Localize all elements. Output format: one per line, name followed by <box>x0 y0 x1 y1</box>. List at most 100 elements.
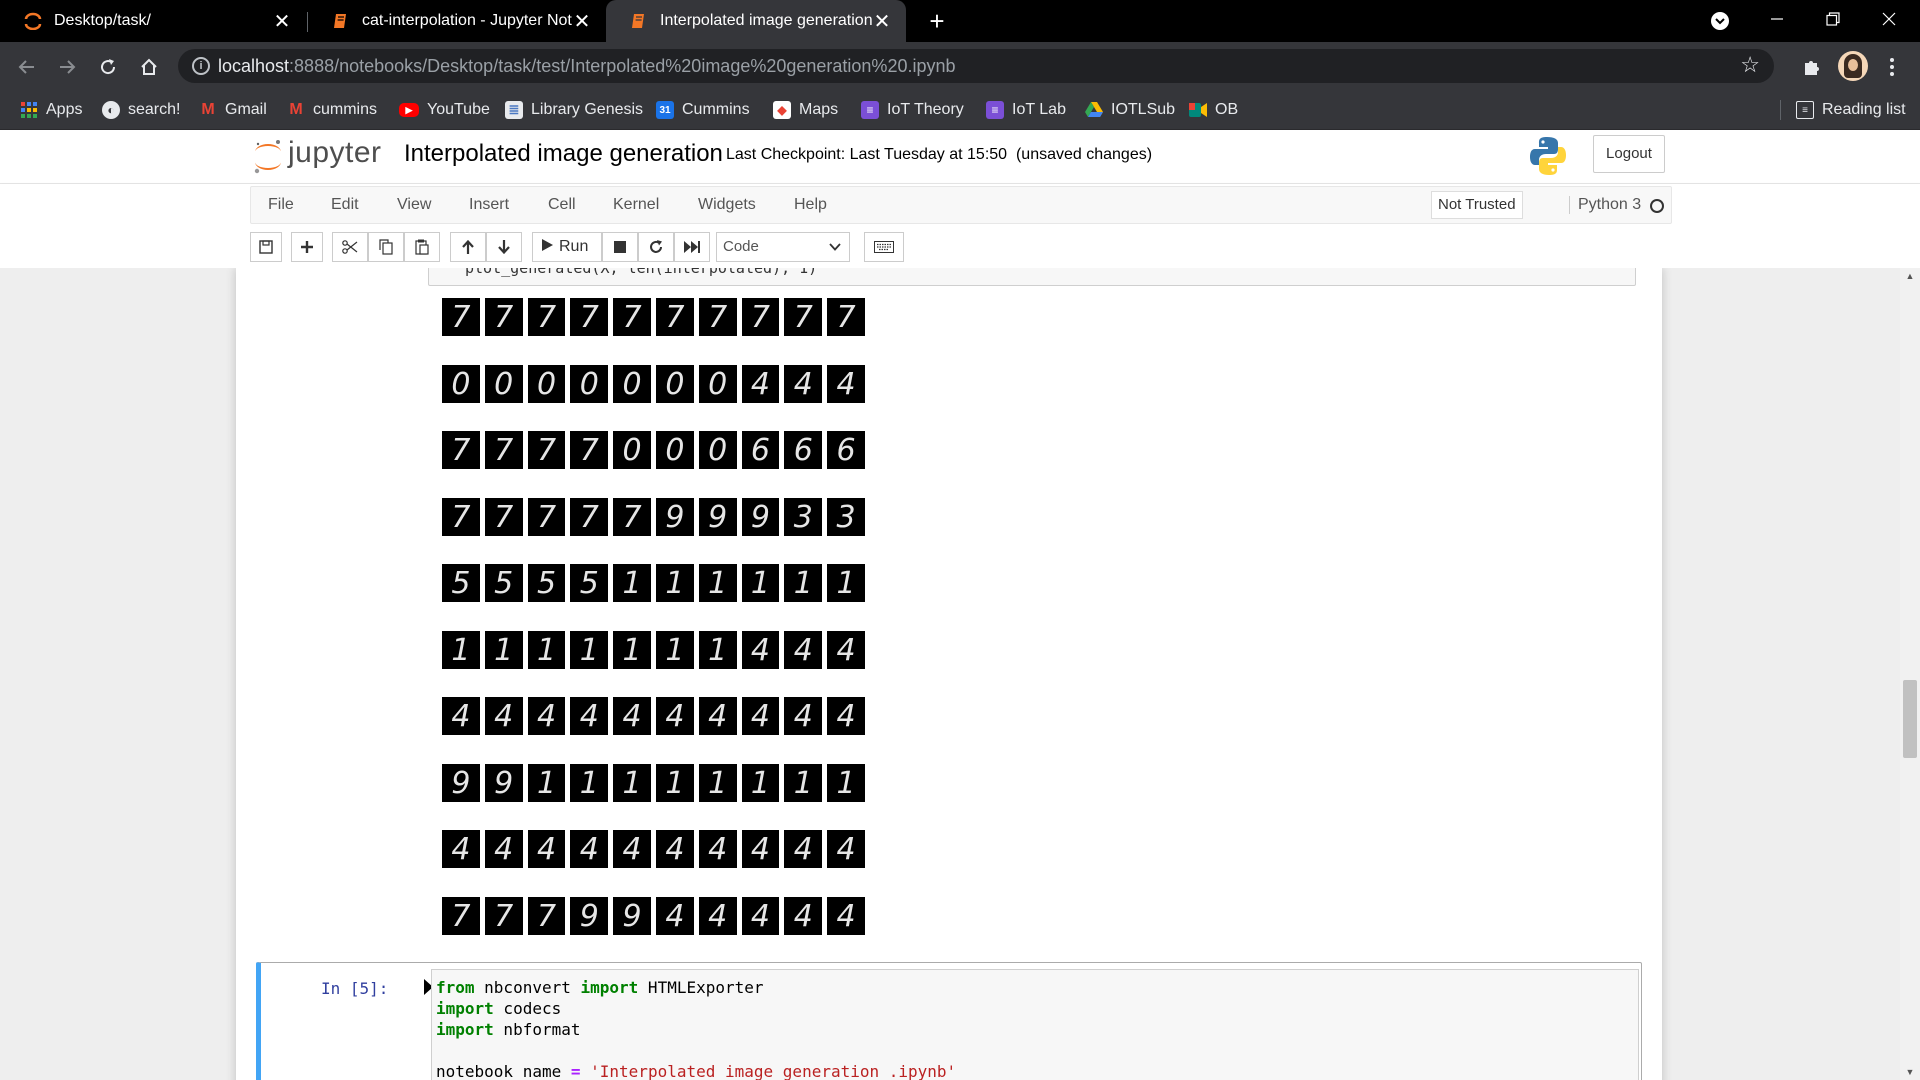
url-host: localhost <box>218 56 290 76</box>
profile-avatar[interactable] <box>1838 51 1868 81</box>
menu-insert[interactable]: Insert <box>469 196 509 214</box>
restore-button[interactable] <box>1810 0 1856 42</box>
menu-help[interactable]: Help <box>794 196 827 214</box>
code-token: nbconvert <box>474 978 581 997</box>
generated-digit-image: 7 <box>570 298 609 336</box>
scroll-down-icon[interactable]: ▼ <box>1900 1064 1920 1080</box>
reading-list-button[interactable]: ≡ Reading list <box>1796 90 1906 130</box>
generated-digit-image: 9 <box>741 498 780 536</box>
bookmark-ob[interactable]: OB <box>1189 90 1238 130</box>
cell-type-select[interactable]: Code <box>716 232 850 262</box>
new-tab-button[interactable]: + <box>922 6 952 36</box>
menu-view[interactable]: View <box>397 196 431 214</box>
browser-tab-desktop[interactable]: Desktop/task/ ✕ <box>0 0 306 42</box>
bookmark-search[interactable]: ◐ search! <box>102 90 180 130</box>
tab-search-button[interactable] <box>1697 0 1743 42</box>
url-text: localhost:8888/notebooks/Desktop/task/te… <box>218 56 956 77</box>
window-close-button[interactable] <box>1866 0 1912 42</box>
menu-kernel[interactable]: Kernel <box>613 196 659 214</box>
close-icon[interactable]: ✕ <box>572 9 592 34</box>
interrupt-button[interactable] <box>602 232 638 262</box>
forward-button[interactable] <box>51 51 83 83</box>
minimize-button[interactable] <box>1754 0 1800 42</box>
insert-cell-button[interactable] <box>291 232 323 262</box>
generated-digit-image: 0 <box>698 365 737 403</box>
code-token: codecs <box>493 999 562 1018</box>
logout-button[interactable]: Logout <box>1593 135 1665 173</box>
menu-cell[interactable]: Cell <box>548 196 576 214</box>
back-button[interactable] <box>11 51 43 83</box>
trust-indicator[interactable]: Not Trusted <box>1431 191 1523 219</box>
generated-digit-image: 7 <box>442 498 480 536</box>
bookmark-iot-theory[interactable]: ≡ IoT Theory <box>861 90 964 130</box>
generated-digit-image: 4 <box>698 897 737 935</box>
code-text: from nbconvert import HTMLExporter impor… <box>436 977 956 1080</box>
cut-button[interactable] <box>332 232 368 262</box>
generated-digit-image: 6 <box>741 431 780 469</box>
bookmark-maps[interactable]: ◆ Maps <box>773 90 838 130</box>
cell-type-value: Code <box>723 238 759 255</box>
previous-code-cell[interactable]: plot_generated(X, len(interpolated), 1) <box>428 268 1636 286</box>
bookmark-cummins-mail[interactable]: M cummins <box>287 90 377 130</box>
save-button[interactable] <box>250 232 282 262</box>
address-bar[interactable]: i localhost:8888/notebooks/Desktop/task/… <box>178 49 1774 83</box>
menu-file[interactable]: File <box>268 196 294 214</box>
page-scrollbar[interactable]: ▲ ▼ <box>1900 268 1920 1080</box>
generated-digit-image: 9 <box>484 764 523 802</box>
code-token: import <box>580 978 639 997</box>
bookmark-separator <box>1780 100 1781 120</box>
chevron-down-icon <box>829 233 841 263</box>
bookmark-gmail[interactable]: M Gmail <box>199 90 266 130</box>
restart-run-all-button[interactable] <box>674 232 710 262</box>
home-button[interactable] <box>133 51 165 83</box>
bookmark-iot-lab[interactable]: ≡ IoT Lab <box>986 90 1066 130</box>
move-down-button[interactable] <box>486 232 522 262</box>
code-cell-selected[interactable]: In [5]: from nbconvert import HTMLExport… <box>256 962 1642 1080</box>
bookmark-label: cummins <box>313 101 378 118</box>
generated-digit-image: 3 <box>827 498 865 536</box>
reload-button[interactable] <box>92 51 124 83</box>
bookmark-cummins-calendar[interactable]: 31 Cummins <box>656 90 750 130</box>
move-up-button[interactable] <box>450 232 486 262</box>
code-editor[interactable]: from nbconvert import HTMLExporter impor… <box>431 969 1639 1080</box>
restart-button[interactable] <box>638 232 674 262</box>
bookmark-star-icon[interactable]: ☆ <box>1740 52 1760 78</box>
info-icon[interactable]: i <box>192 57 210 75</box>
menu-edit[interactable]: Edit <box>331 196 359 214</box>
menu-widgets[interactable]: Widgets <box>698 196 756 214</box>
run-button[interactable]: Run <box>532 232 602 262</box>
notebook-scroll-area[interactable]: plot_generated(X, len(interpolated), 1) … <box>0 268 1920 1080</box>
extensions-button[interactable] <box>1796 51 1828 83</box>
bookmark-iotlsub[interactable]: IOTLSub <box>1085 90 1175 130</box>
bookmarks-bar: Apps ◐ search! M Gmail M cummins ▶ YouTu… <box>0 90 1920 130</box>
tab-title: Desktop/task/ <box>54 12 151 29</box>
generated-digit-image: 0 <box>442 365 480 403</box>
close-icon[interactable]: ✕ <box>872 9 892 34</box>
bookmark-youtube[interactable]: ▶ YouTube <box>399 90 490 130</box>
generated-digit-image: 1 <box>484 631 523 669</box>
gmail-icon: M <box>201 101 215 118</box>
generated-digit-image: 1 <box>698 631 737 669</box>
jupyter-logo-text[interactable]: jupyter <box>288 136 382 170</box>
keyboard-icon <box>874 241 894 253</box>
browser-tab-cat-interpolation[interactable]: cat-interpolation - Jupyter Noteb ✕ <box>308 0 606 42</box>
more-vertical-icon <box>1890 58 1894 76</box>
generated-digit-image: 4 <box>784 631 823 669</box>
paste-button[interactable] <box>404 232 440 262</box>
kernel-name: Python 3 <box>1569 196 1641 214</box>
code-token: 'Interpolated image generation .ipynb' <box>590 1062 957 1080</box>
bookmark-library-genesis[interactable]: ≣ Library Genesis <box>505 90 643 130</box>
scroll-up-icon[interactable]: ▲ <box>1900 268 1920 284</box>
browser-menu-button[interactable] <box>1876 51 1908 83</box>
arrow-left-icon <box>18 60 34 74</box>
jupyter-logo-icon[interactable] <box>252 138 284 176</box>
bookmark-apps[interactable]: Apps <box>20 90 82 130</box>
generated-digit-image: 7 <box>484 498 523 536</box>
scrollbar-thumb[interactable] <box>1903 680 1917 758</box>
notebook-title[interactable]: Interpolated image generation <box>404 140 723 168</box>
command-palette-button[interactable] <box>864 232 904 262</box>
copy-button[interactable] <box>368 232 404 262</box>
tab-title: Interpolated image generation - <box>660 12 872 29</box>
browser-tab-interpolated[interactable]: Interpolated image generation - ✕ <box>606 0 906 42</box>
close-icon[interactable]: ✕ <box>272 9 292 34</box>
